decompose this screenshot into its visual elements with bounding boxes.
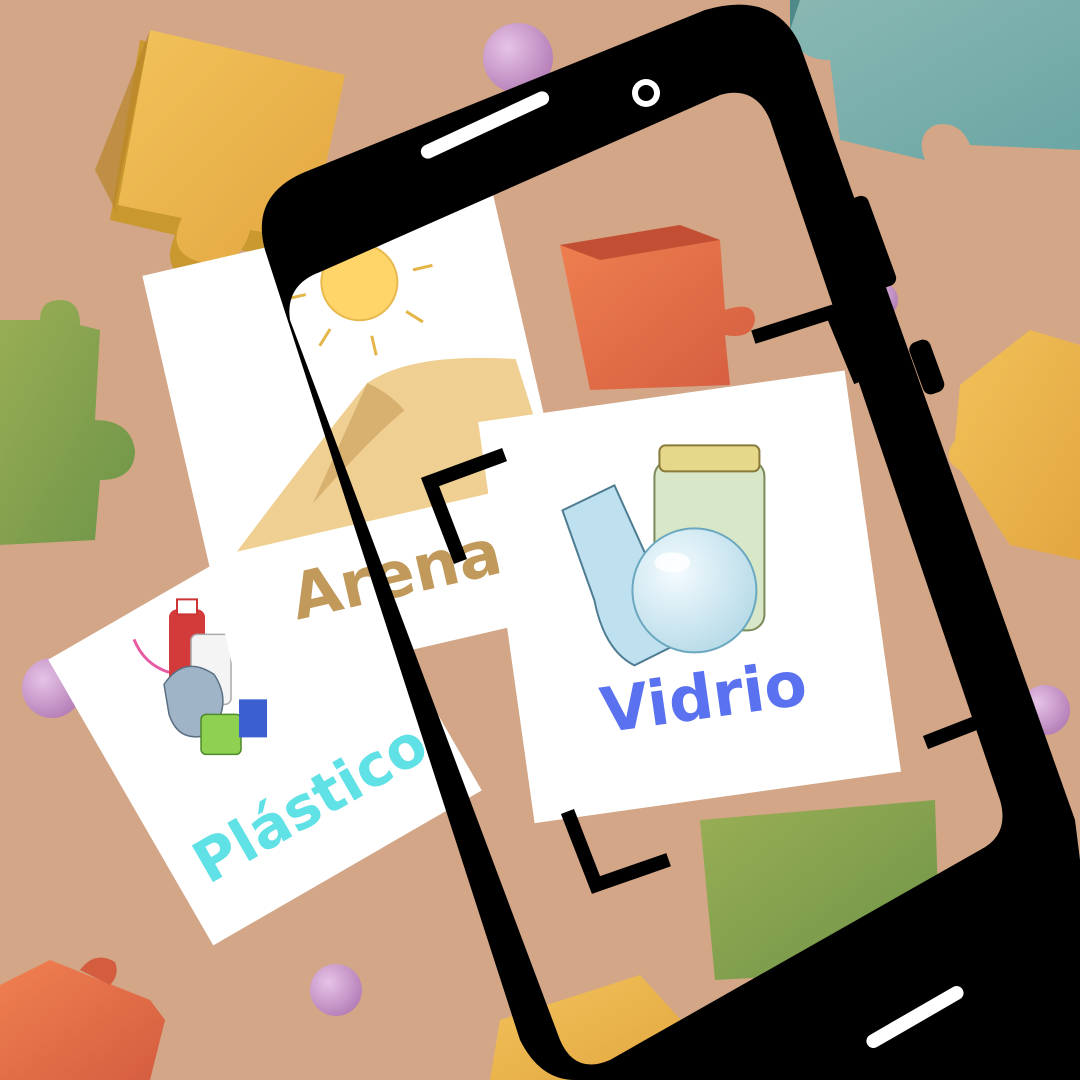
puzzle-piece-icon [0, 957, 165, 1080]
puzzle-piece-icon [790, 0, 1080, 160]
sphere-icon [310, 964, 362, 1016]
puzzle-piece-icon [0, 300, 135, 545]
puzzle-piece-icon [560, 225, 755, 390]
card-vidrio[interactable]: Vidrio [478, 370, 901, 824]
scene: Plástico Arena Vidrio [0, 0, 1080, 1080]
